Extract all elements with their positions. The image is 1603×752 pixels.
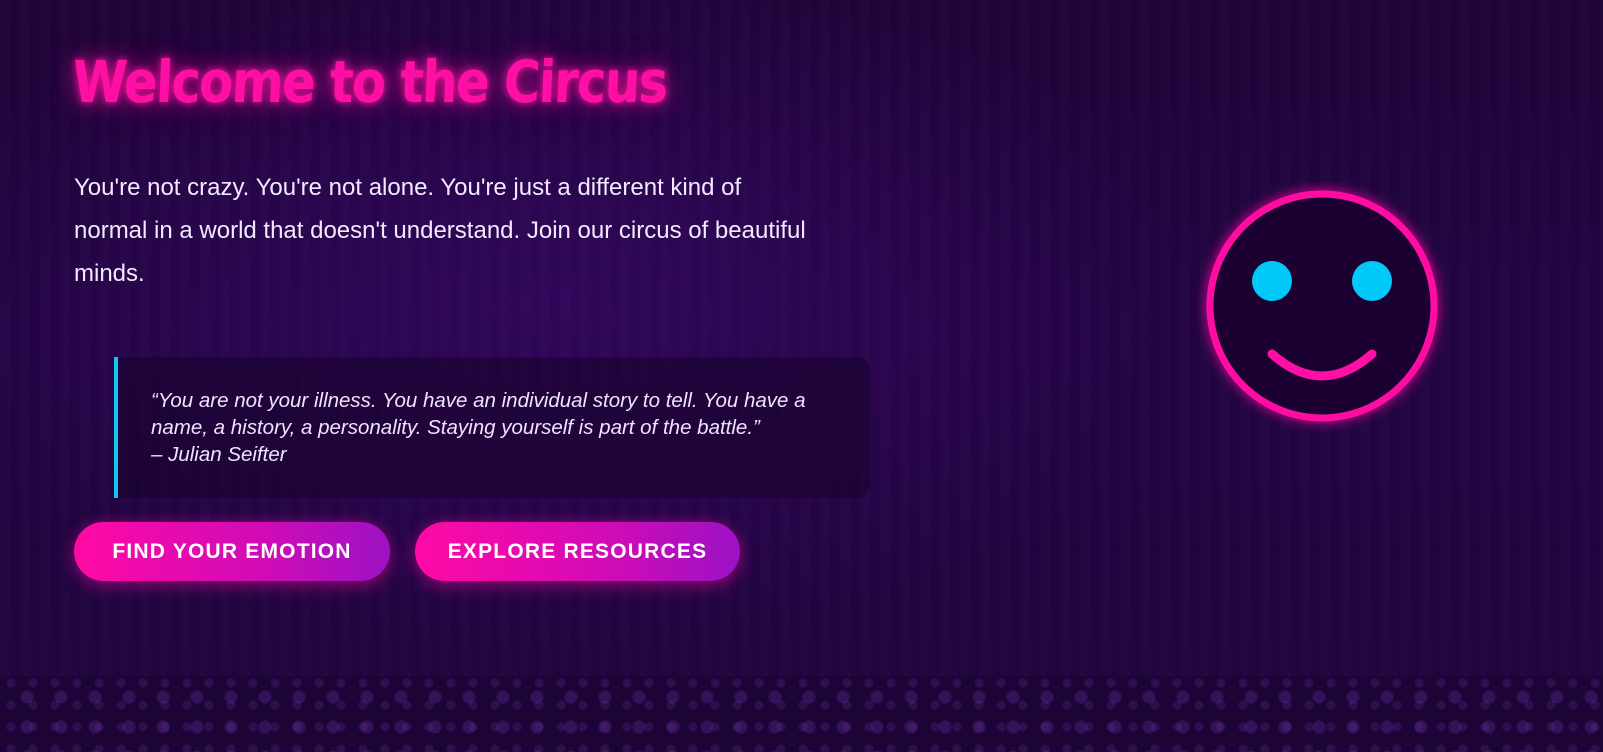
quote-block: “You are not your illness. You have an i… bbox=[114, 357, 870, 498]
smiley-right-eye bbox=[1352, 261, 1392, 301]
page-title: Welcome to the Circus bbox=[70, 48, 669, 116]
find-your-emotion-button[interactable]: FIND YOUR EMOTION bbox=[74, 522, 390, 581]
dotted-divider bbox=[0, 676, 1603, 752]
smiley-face-icon bbox=[1206, 190, 1438, 422]
smiley-left-eye bbox=[1252, 261, 1292, 301]
explore-resources-button[interactable]: EXPLORE RESOURCES bbox=[415, 522, 740, 581]
smiley-face-outline bbox=[1206, 190, 1438, 422]
hero-section: Welcome to the Circus You're not crazy. … bbox=[0, 0, 1603, 676]
quote-body: “You are not your illness. You have an i… bbox=[151, 389, 806, 439]
quote-text: “You are not your illness. You have an i… bbox=[151, 387, 834, 468]
quote-author: – Julian Seifter bbox=[151, 443, 287, 466]
intro-text: You're not crazy. You're not alone. You'… bbox=[74, 174, 806, 287]
